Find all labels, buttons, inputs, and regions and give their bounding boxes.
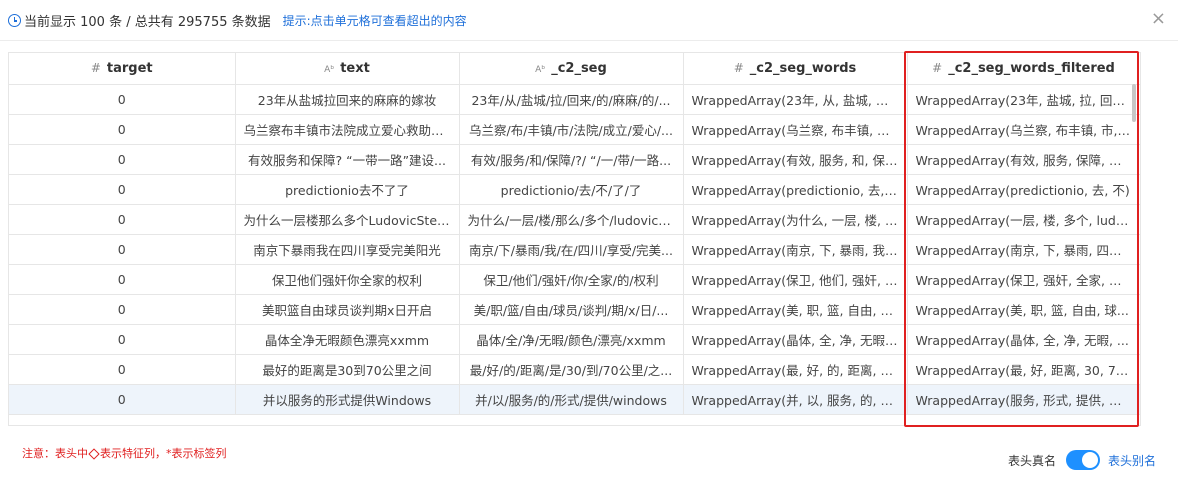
click-hint: 提示:点击单元格可查看超出的内容 xyxy=(282,13,467,28)
column-header-4[interactable]: # _c2_seg_words_filtered xyxy=(907,53,1140,85)
numeric-type-icon: # xyxy=(733,61,744,75)
table-cell[interactable]: 保卫/他们/强奸/你/全家/的/权利 xyxy=(459,264,684,295)
table-row: 0 乌兰察布丰镇市法院成立爱心救助基... 乌兰察/布/丰镇/市/法院/成立/爱心/… xyxy=(9,114,1140,145)
table-cell[interactable]: 0 xyxy=(9,174,236,205)
table-row: 0 并以服务的形式提供Windows 并/以/服务/的/形式/提供/windows W… xyxy=(9,384,1140,415)
table-cell[interactable]: WrappedArray(并, 以, 服务, 的, 形... xyxy=(683,384,908,415)
table-cell[interactable]: 0 xyxy=(9,84,236,115)
column-header-2[interactable]: Aᵇ _c2_seg xyxy=(459,53,684,85)
table-cell[interactable]: 0 xyxy=(9,324,236,355)
toggle-label-alias[interactable]: 表头别名 xyxy=(1108,452,1156,469)
record-count-summary: 当前显示 100 条 / 总共有 295755 条数据 xyxy=(24,14,271,30)
note-suffix: 表示特征列，*表示标签列 xyxy=(100,447,227,460)
table-cell[interactable]: WrappedArray(为什么, 一层, 楼, 那... xyxy=(683,204,908,235)
table-row: 0 23年从盐城拉回来的麻麻的嫁妆 23年/从/盐城/拉/回来/的/麻麻/的/...… xyxy=(9,84,1140,115)
table-cell[interactable]: 有效/服务/和/保障/?/ “/一/带/一路... xyxy=(459,144,684,175)
table-cell[interactable]: 并/以/服务/的/形式/提供/windows xyxy=(459,384,684,415)
table-row: 0 predictionio去不了了 predictionio/去/不/了/了 Wra… xyxy=(9,174,1140,205)
header-divider xyxy=(0,40,1178,41)
table-cell[interactable]: 为什么一层楼那么多个LudovicStep... xyxy=(235,204,460,235)
header-name-toggle-group: 表头真名 表头别名 xyxy=(1008,450,1156,470)
table-row: 0 南京下暴雨我在四川享受完美阳光 南京/下/暴雨/我/在/四川/享受/完美... W… xyxy=(9,234,1140,265)
table-cell[interactable]: WrappedArray(有效, 服务, 和, 保障... xyxy=(683,144,908,175)
switch-knob xyxy=(1081,452,1098,468)
column-name: _c2_seg_words xyxy=(749,61,857,76)
table-row: 0 最好的距离是30到70公里之间 最/好/的/距离/是/30/到/70公里/之..… xyxy=(9,354,1140,385)
table-cell[interactable]: 23年从盐城拉回来的麻麻的嫁妆 xyxy=(235,84,460,115)
top-bar: 当前显示 100 条 / 总共有 295755 条数据 提示:点击单元格可查看超… xyxy=(8,8,1170,32)
table-row: 0 美职篮自由球员谈判期x日开启 美/职/篮/自由/球员/谈判/期/x/日/... W… xyxy=(9,294,1140,325)
table-row: 0 为什么一层楼那么多个LudovicStep... 为什么/一层/楼/那么/多个/… xyxy=(9,204,1140,235)
column-legend-note: 注意：表头中 表示特征列，*表示标签列 xyxy=(22,445,227,461)
column-name: _c2_seg xyxy=(551,61,607,76)
column-header-0[interactable]: # target xyxy=(9,53,236,85)
header-alias-switch[interactable] xyxy=(1065,450,1100,470)
table-scrollbar[interactable] xyxy=(1132,84,1136,122)
table-cell[interactable]: 0 xyxy=(9,384,236,415)
table-cell[interactable]: 并以服务的形式提供Windows xyxy=(235,384,460,415)
column-header-1[interactable]: Aᵇ text xyxy=(235,53,460,85)
table-cell[interactable]: WrappedArray(最, 好, 的, 距离, 是, ... xyxy=(683,354,908,385)
table-cell[interactable]: 最好的距离是30到70公里之间 xyxy=(235,354,460,385)
table-cell[interactable]: WrappedArray(23年, 盐城, 拉, 回来... xyxy=(907,84,1140,115)
table-cell[interactable]: 有效服务和保障? “一带一路”建设... xyxy=(235,144,460,175)
table-cell[interactable]: 美职篮自由球员谈判期x日开启 xyxy=(235,294,460,325)
numeric-type-icon: # xyxy=(932,61,943,75)
table-row: 0 有效服务和保障? “一带一路”建设... 有效/服务/和/保障/?/ “/一/带… xyxy=(9,144,1140,175)
table-cell[interactable]: 23年/从/盐城/拉/回来/的/麻麻/的/... xyxy=(459,84,684,115)
table-cell[interactable]: WrappedArray(美, 职, 篮, 自由, 球... xyxy=(683,294,908,325)
table-cell[interactable]: 美/职/篮/自由/球员/谈判/期/x/日/... xyxy=(459,294,684,325)
table-cell[interactable]: WrappedArray(乌兰察, 布丰镇, 市, ... xyxy=(907,114,1140,145)
table-cell[interactable]: 0 xyxy=(9,234,236,265)
table-cell[interactable]: WrappedArray(一层, 楼, 多个, ludo... xyxy=(907,204,1140,235)
table-cell[interactable]: WrappedArray(predictionio, 去, ... xyxy=(683,174,908,205)
clock-icon xyxy=(8,14,21,27)
feature-diamond-icon xyxy=(88,447,100,460)
table-cell[interactable]: WrappedArray(23年, 从, 盐城, 拉, ... xyxy=(683,84,908,115)
table-cell[interactable]: 0 xyxy=(9,354,236,385)
text-type-icon: Aᵇ xyxy=(535,65,546,75)
table-cell[interactable]: 南京下暴雨我在四川享受完美阳光 xyxy=(235,234,460,265)
table-cell[interactable]: WrappedArray(晶体, 全, 净, 无暇, ... xyxy=(907,324,1140,355)
table-cell[interactable]: WrappedArray(服务, 形式, 提供, wi... xyxy=(907,384,1140,415)
numeric-type-icon: # xyxy=(90,61,101,75)
table-cell[interactable]: WrappedArray(保卫, 强奸, 全家, 权... xyxy=(907,264,1140,295)
table-cell[interactable]: WrappedArray(乌兰察, 布丰镇, 市, ... xyxy=(683,114,908,145)
table-cell[interactable]: WrappedArray(predictionio, 去, 不) xyxy=(907,174,1140,205)
column-header-3[interactable]: # _c2_seg_words xyxy=(683,53,908,85)
table-cell[interactable]: 0 xyxy=(9,114,236,145)
table-cell[interactable]: predictionio去不了了 xyxy=(235,174,460,205)
table-cell[interactable]: WrappedArray(南京, 下, 暴雨, 我, ... xyxy=(683,234,908,265)
table-row: 0 晶体全净无暇颜色漂亮xxmm 晶体/全/净/无暇/颜色/漂亮/xxmm Wrapp… xyxy=(9,324,1140,355)
table-cell[interactable]: WrappedArray(晶体, 全, 净, 无暇, ... xyxy=(683,324,908,355)
table-cell[interactable]: 0 xyxy=(9,294,236,325)
note-prefix: 注意：表头中 xyxy=(22,447,88,460)
close-icon[interactable]: × xyxy=(1151,10,1166,28)
table-cell[interactable]: WrappedArray(美, 职, 篮, 自由, 球... xyxy=(907,294,1140,325)
table-row: 0 保卫他们强奸你全家的权利 保卫/他们/强奸/你/全家/的/权利 WrappedAr… xyxy=(9,264,1140,295)
toggle-label-real-name[interactable]: 表头真名 xyxy=(1008,452,1056,469)
table-cell[interactable]: 0 xyxy=(9,144,236,175)
table-cell[interactable]: 晶体/全/净/无暇/颜色/漂亮/xxmm xyxy=(459,324,684,355)
table-cell[interactable]: 保卫他们强奸你全家的权利 xyxy=(235,264,460,295)
table-cell[interactable]: 南京/下/暴雨/我/在/四川/享受/完美... xyxy=(459,234,684,265)
table-cell[interactable]: 乌兰察/布/丰镇/市/法院/成立/爱心/... xyxy=(459,114,684,145)
text-type-icon: Aᵇ xyxy=(324,65,335,75)
table-cell[interactable]: 0 xyxy=(9,264,236,295)
data-preview-table: # target Aᵇ text Aᵇ _c2_seg # _c2_seg_words # _c2… xyxy=(8,52,1141,426)
table-cell[interactable]: WrappedArray(最, 好, 距离, 30, 70... xyxy=(907,354,1140,385)
table-cell[interactable]: 为什么/一层/楼/那么/多个/ludovics... xyxy=(459,204,684,235)
table-cell[interactable]: 0 xyxy=(9,204,236,235)
table-cell[interactable]: 晶体全净无暇颜色漂亮xxmm xyxy=(235,324,460,355)
column-name: _c2_seg_words_filtered xyxy=(948,61,1115,76)
table-cell[interactable]: 最/好/的/距离/是/30/到/70公里/之... xyxy=(459,354,684,385)
table-cell[interactable]: 乌兰察布丰镇市法院成立爱心救助基... xyxy=(235,114,460,145)
table-cell[interactable]: WrappedArray(保卫, 他们, 强奸, 你... xyxy=(683,264,908,295)
column-name: target xyxy=(106,61,153,76)
table-cell[interactable]: predictionio/去/不/了/了 xyxy=(459,174,684,205)
table-cell[interactable]: WrappedArray(有效, 服务, 保障, 带... xyxy=(907,144,1140,175)
table-cell[interactable]: WrappedArray(南京, 下, 暴雨, 四川... xyxy=(907,234,1140,265)
column-name: text xyxy=(340,61,370,76)
